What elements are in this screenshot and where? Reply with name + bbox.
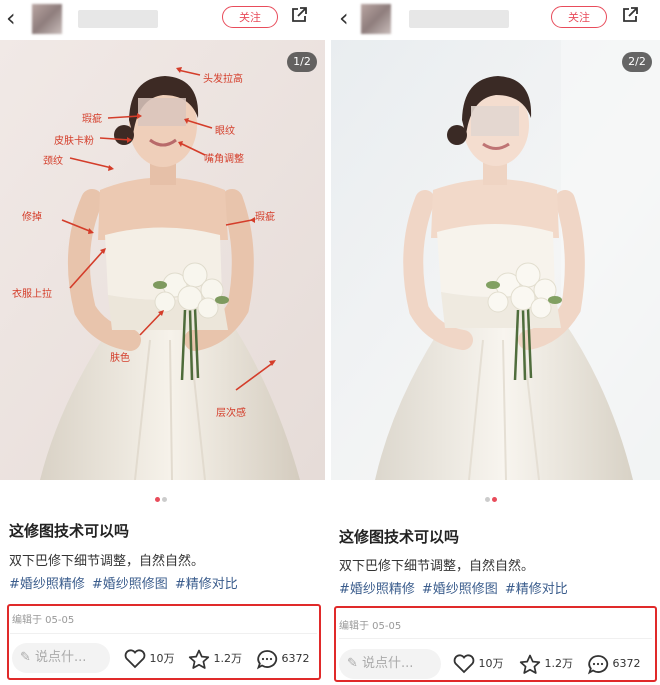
follow-button[interactable]: 关注 — [551, 6, 607, 28]
image-counter: 2/2 — [622, 52, 652, 72]
top-bar: ‹ 关注 — [0, 0, 325, 40]
comment-button[interactable]: 6372 — [587, 653, 641, 675]
annotation-layering: 层次感 — [216, 408, 246, 419]
like-count: 10万 — [478, 657, 504, 670]
post-title: 这修图技术可以吗 — [9, 522, 130, 540]
tag-link[interactable]: #婚纱照精修 — [339, 582, 415, 597]
comment-placeholder: 说点什... — [362, 656, 414, 671]
post-panel-left: ‹ 关注 1/2 头发拉高 瑕疵 眼纹 皮肤卡粉 嘴角调整 颈纹 修掉 瑕疵 衣… — [0, 0, 325, 685]
bride-photo-annotated — [0, 40, 325, 480]
like-button[interactable]: 10万 — [124, 648, 175, 670]
favorite-count: 1.2万 — [544, 657, 574, 670]
back-arrow-icon[interactable]: ‹ — [339, 6, 349, 30]
tag-link[interactable]: #婚纱照精修 — [9, 577, 85, 592]
annotation-remove: 修掉 — [22, 212, 42, 223]
pagination-dot — [162, 497, 167, 502]
avatar[interactable] — [32, 4, 62, 34]
star-icon — [519, 654, 541, 674]
post-description: 双下巴修下细节调整，自然自然。 — [9, 554, 205, 569]
annotation-blemish-arm: 瑕疵 — [255, 212, 275, 223]
comment-bubble-icon — [587, 654, 609, 674]
like-button[interactable]: 10万 — [453, 653, 504, 675]
annotation-skin-cakey: 皮肤卡粉 — [54, 136, 94, 147]
tag-link[interactable]: #精修对比 — [175, 577, 238, 592]
post-photo[interactable]: 1/2 头发拉高 瑕疵 眼纹 皮肤卡粉 嘴角调整 颈纹 修掉 瑕疵 衣服上拉 肤… — [0, 40, 325, 480]
comment-input[interactable]: ✎ 说点什... — [339, 649, 441, 679]
pagination-dots — [155, 497, 169, 503]
divider — [10, 633, 317, 634]
pagination-dot-active — [155, 497, 160, 502]
favorite-button[interactable]: 1.2万 — [188, 648, 242, 670]
edit-date: 编辑于 05-05 — [339, 621, 402, 632]
share-icon[interactable] — [290, 6, 308, 24]
annotation-neck-lines: 颈纹 — [43, 156, 63, 167]
star-icon — [188, 649, 210, 669]
heart-icon — [124, 649, 146, 669]
pagination-dot — [485, 497, 490, 502]
post-panel-right: ‹ 关注 2/2 这修图技术可以吗 双下巴修下细节调整，自然自然。 #婚纱照精修… — [331, 0, 660, 685]
post-tags: #婚纱照精修 #婚纱照修图 #精修对比 — [9, 573, 245, 592]
pencil-icon: ✎ — [20, 650, 31, 665]
tag-link[interactable]: #婚纱照修图 — [422, 582, 498, 597]
comment-count: 6372 — [612, 657, 641, 670]
pencil-icon: ✎ — [347, 656, 358, 671]
author-name-blurred[interactable] — [78, 10, 158, 28]
post-description: 双下巴修下细节调整，自然自然。 — [339, 559, 535, 574]
comment-input[interactable]: ✎ 说点什... — [12, 643, 110, 673]
annotation-blemish-face: 瑕疵 — [82, 114, 102, 125]
bride-photo-retouched — [331, 40, 660, 480]
annotation-hair: 头发拉高 — [203, 74, 243, 85]
favorite-count: 1.2万 — [213, 652, 243, 665]
top-bar: ‹ 关注 — [331, 0, 660, 40]
post-title: 这修图技术可以吗 — [339, 528, 460, 546]
comment-placeholder: 说点什... — [35, 650, 87, 665]
comment-count: 6372 — [281, 652, 310, 665]
follow-button[interactable]: 关注 — [222, 6, 278, 28]
image-counter: 1/2 — [287, 52, 317, 72]
share-icon[interactable] — [621, 6, 639, 24]
annotation-skin-tone: 肤色 — [110, 353, 130, 364]
pagination-dots — [485, 497, 499, 503]
tag-link[interactable]: #精修对比 — [505, 582, 568, 597]
heart-icon — [453, 654, 475, 674]
edit-date: 编辑于 05-05 — [12, 615, 75, 626]
favorite-button[interactable]: 1.2万 — [519, 653, 573, 675]
tag-link[interactable]: #婚纱照修图 — [92, 577, 168, 592]
comment-button[interactable]: 6372 — [256, 648, 310, 670]
like-count: 10万 — [149, 652, 175, 665]
avatar[interactable] — [361, 4, 391, 34]
post-tags: #婚纱照精修 #婚纱照修图 #精修对比 — [339, 578, 575, 597]
comment-bubble-icon — [256, 649, 278, 669]
annotation-mouth-corner: 嘴角调整 — [204, 154, 244, 165]
annotation-dress-lift: 衣服上拉 — [12, 289, 52, 300]
annotation-eye-lines: 眼纹 — [215, 126, 235, 137]
post-photo[interactable]: 2/2 — [331, 40, 660, 480]
pagination-dot-active — [492, 497, 497, 502]
back-arrow-icon[interactable]: ‹ — [6, 6, 16, 30]
author-name-blurred[interactable] — [409, 10, 509, 28]
divider — [339, 638, 652, 639]
